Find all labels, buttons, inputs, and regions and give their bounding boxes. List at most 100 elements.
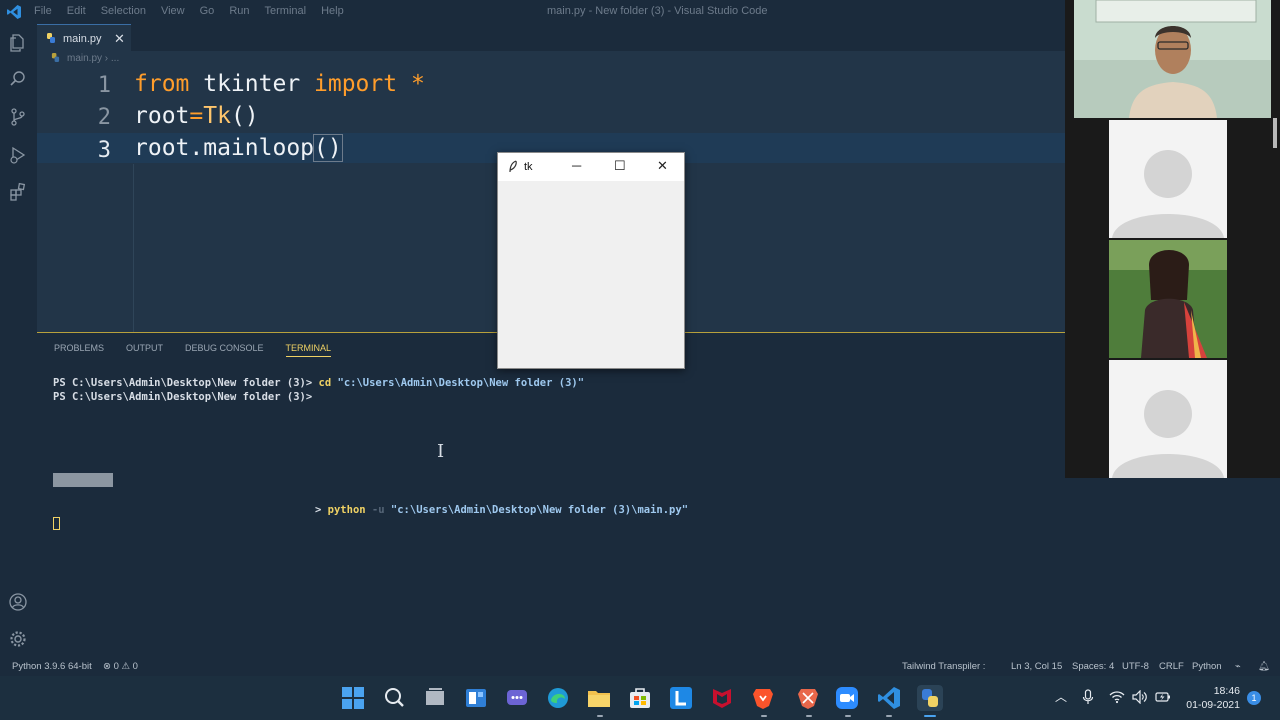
tab-label: main.py: [63, 33, 102, 45]
tk-title: tk: [524, 161, 533, 173]
run-debug-icon[interactable]: [8, 145, 28, 165]
tk-feather-icon: [509, 160, 517, 173]
participant-video-image: [1109, 240, 1227, 358]
active-indicator: [924, 715, 936, 717]
menu-file[interactable]: File: [34, 5, 52, 17]
panel-tabs: PROBLEMS OUTPUT DEBUG CONSOLE TERMINAL: [54, 343, 353, 357]
windows-start-icon[interactable]: [340, 685, 366, 711]
terminal-cursor: [53, 517, 60, 530]
bell-icon[interactable]: 🔔︎: [1258, 661, 1270, 672]
participant-tile[interactable]: [1109, 240, 1227, 358]
line-number: 2: [97, 105, 111, 130]
running-indicator: [845, 715, 851, 717]
participant-tile[interactable]: [1109, 120, 1227, 238]
tab-close-icon[interactable]: ✕: [114, 31, 125, 47]
menu-run[interactable]: Run: [229, 5, 249, 17]
python-taskbar-icon[interactable]: [917, 685, 943, 711]
indentation[interactable]: Spaces: 4: [1072, 661, 1114, 672]
problems-count[interactable]: ⊗ 0 ⚠ 0: [103, 661, 138, 672]
menu-edit[interactable]: Edit: [67, 5, 86, 17]
tk-window[interactable]: tk ─ ☐ ✕: [497, 152, 685, 369]
volume-icon[interactable]: [1132, 690, 1148, 704]
activity-bar: [0, 24, 37, 658]
battery-charging-icon[interactable]: [1155, 690, 1171, 704]
account-icon[interactable]: [8, 592, 28, 612]
settings-gear-icon[interactable]: [8, 629, 28, 649]
edge-icon[interactable]: [545, 685, 571, 711]
menu-go[interactable]: Go: [200, 5, 215, 17]
wifi-icon[interactable]: [1109, 690, 1125, 704]
menu-bar: File Edit Selection View Go Run Terminal…: [34, 5, 359, 17]
l-app-icon[interactable]: [668, 685, 694, 711]
code-line-3[interactable]: root.mainloop(): [134, 134, 343, 162]
menu-terminal[interactable]: Terminal: [265, 5, 307, 17]
menu-view[interactable]: View: [161, 5, 185, 17]
windows-taskbar: ︿ 18:46 01-09-2021 1: [0, 676, 1280, 720]
extensions-icon[interactable]: [8, 182, 28, 202]
tab-main-py[interactable]: main.py ✕: [37, 24, 131, 51]
default-avatar-icon: [1112, 150, 1224, 238]
indent-guide: [133, 164, 134, 332]
menu-help[interactable]: Help: [321, 5, 344, 17]
vscode-logo-icon: [7, 5, 21, 19]
brave-browser-icon[interactable]: [750, 685, 776, 711]
language-mode[interactable]: Python: [1192, 661, 1222, 672]
status-bar: Python 3.9.6 64-bit ⊗ 0 ⚠ 0 Tailwind Tra…: [0, 658, 1280, 676]
tab-debug-console[interactable]: DEBUG CONSOLE: [185, 343, 264, 357]
breadcrumb: main.py › ...: [37, 51, 1065, 68]
search-icon[interactable]: [381, 685, 407, 711]
file-explorer-icon[interactable]: [586, 685, 612, 711]
task-view-icon[interactable]: [422, 685, 448, 711]
terminal-run-command: > python -u "c:\Users\Admin\Desktop\New …: [315, 504, 689, 516]
tab-problems[interactable]: PROBLEMS: [54, 343, 104, 357]
brave-beta-icon[interactable]: [795, 685, 821, 711]
code-line-1[interactable]: from tkinter import *: [134, 71, 425, 97]
source-control-icon[interactable]: [8, 107, 28, 127]
editor-tabs: main.py ✕: [37, 24, 1065, 51]
participants-scrollbar[interactable]: [1273, 118, 1277, 148]
system-clock[interactable]: 18:46 01-09-2021: [1186, 684, 1240, 712]
presenter-camera: [1074, 0, 1271, 118]
line-number: 1: [97, 73, 111, 98]
zoom-icon[interactable]: [834, 685, 860, 711]
store-icon[interactable]: [627, 685, 653, 711]
tk-title-bar[interactable]: tk ─ ☐ ✕: [498, 153, 684, 181]
explorer-icon[interactable]: [8, 33, 28, 53]
bottom-panel: PROBLEMS OUTPUT DEBUG CONSOLE TERMINAL P…: [37, 332, 1065, 658]
widgets-icon[interactable]: [463, 685, 489, 711]
maximize-icon[interactable]: ☐: [614, 158, 626, 174]
python-file-icon: [51, 53, 60, 65]
mcafee-icon[interactable]: [709, 685, 735, 711]
menu-selection[interactable]: Selection: [101, 5, 146, 17]
running-indicator: [886, 715, 892, 717]
title-bar: File Edit Selection View Go Run Terminal…: [0, 0, 1065, 24]
line-ending[interactable]: CRLF: [1159, 661, 1184, 672]
participant-tile[interactable]: [1109, 360, 1227, 478]
minimize-icon[interactable]: ─: [572, 158, 581, 173]
encoding[interactable]: UTF-8: [1122, 661, 1149, 672]
feedback-icon[interactable]: ⌁: [1235, 661, 1241, 672]
tailwind-status[interactable]: Tailwind Transpiler :: [902, 661, 985, 672]
running-indicator: [761, 715, 767, 717]
chevron-up-icon[interactable]: ︿: [1055, 688, 1067, 705]
running-indicator: [806, 715, 812, 717]
teams-chat-icon[interactable]: [504, 685, 530, 711]
notification-badge[interactable]: 1: [1247, 691, 1261, 705]
window-title: main.py - New folder (3) - Visual Studio…: [547, 5, 768, 17]
vscode-taskbar-icon[interactable]: [876, 685, 902, 711]
tab-terminal[interactable]: TERMINAL: [285, 343, 332, 357]
breadcrumb-file[interactable]: main.py › ...: [67, 53, 119, 64]
video-call-panel: [1065, 0, 1280, 478]
microphone-icon[interactable]: [1082, 689, 1094, 705]
line-number: 3: [97, 138, 111, 163]
code-line-2[interactable]: root=Tk(): [134, 103, 259, 129]
presenter-video-image: [1074, 0, 1271, 118]
text-cursor-ibeam-icon: I: [437, 441, 445, 462]
cursor-position[interactable]: Ln 3, Col 15: [1011, 661, 1062, 672]
python-file-icon: [46, 33, 56, 46]
python-interpreter[interactable]: Python 3.9.6 64-bit: [12, 661, 92, 672]
tab-output[interactable]: OUTPUT: [126, 343, 163, 357]
close-icon[interactable]: ✕: [657, 158, 668, 174]
terminal-scroll-thumb[interactable]: [53, 473, 113, 487]
search-icon[interactable]: [8, 69, 28, 89]
